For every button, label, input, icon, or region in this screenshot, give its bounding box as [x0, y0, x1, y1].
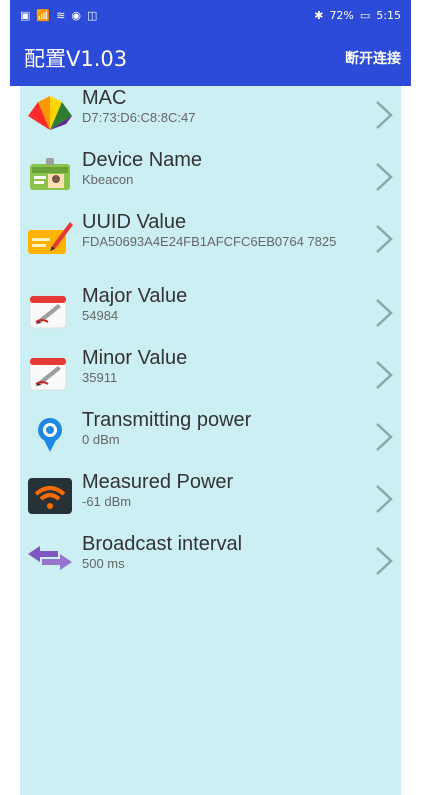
list-item-minor[interactable]: Minor Value 35911	[20, 346, 401, 408]
item-value: -61 dBm	[82, 494, 132, 509]
page-title: 配置V1.03	[24, 47, 128, 71]
location-pin-icon	[26, 414, 74, 454]
chevron-right-icon	[373, 420, 395, 454]
list-item-measured-power[interactable]: Measured Power -61 dBm	[20, 470, 401, 532]
item-label: Device Name	[82, 149, 203, 171]
item-value: D7:73:D6:C8:8C:47	[82, 110, 196, 125]
chevron-right-icon	[373, 160, 395, 194]
settings-list: MAC D7:73:D6:C8:8C:47 Device Name Kbeaco…	[20, 86, 401, 795]
color-wheel-icon	[26, 92, 74, 132]
item-label: Measured Power	[82, 471, 234, 493]
signal-icon: 📶	[36, 8, 51, 22]
status-left-icons: ▣ 📶 ≋ ◉ ◫	[20, 9, 97, 22]
item-value: 0 dBm	[82, 432, 120, 447]
chevron-right-icon	[373, 544, 395, 578]
calendar-edit-icon	[26, 290, 74, 330]
battery-text: 72%	[329, 8, 354, 22]
list-item-major[interactable]: Major Value 54984	[20, 284, 401, 346]
app-bar: 配置V1.03 断开连接	[10, 30, 411, 86]
double-arrow-icon	[26, 538, 74, 578]
item-label: Major Value	[82, 285, 188, 307]
wifi-icon	[26, 476, 74, 516]
app-screen: ▣ 📶 ≋ ◉ ◫ ✱ 72% ▭ 5:15 配置V1.03 断开连接 MAC …	[0, 0, 421, 795]
clock: 5:15	[376, 8, 401, 22]
notification-icon: ◉	[71, 8, 81, 22]
item-value: 500 ms	[82, 556, 125, 571]
disconnect-button[interactable]: 断开连接	[345, 48, 401, 68]
battery-icon: ▭	[359, 8, 371, 22]
item-value: Kbeacon	[82, 172, 134, 187]
item-value: 35911	[82, 370, 118, 385]
item-label: Broadcast interval	[82, 533, 243, 555]
id-card-icon	[26, 154, 74, 194]
app-icon: ◫	[86, 8, 98, 22]
item-label: MAC	[82, 87, 127, 109]
item-label: Transmitting power	[82, 409, 252, 431]
list-item-broadcast-interval[interactable]: Broadcast interval 500 ms	[20, 532, 401, 594]
list-item-tx-power[interactable]: Transmitting power 0 dBm	[20, 408, 401, 470]
list-item-uuid[interactable]: UUID Value FDA50693A4E24FB1AFCFC6EB0764 …	[20, 210, 401, 284]
chevron-right-icon	[373, 358, 395, 392]
item-label: UUID Value	[82, 211, 187, 233]
list-item-mac[interactable]: MAC D7:73:D6:C8:8C:47	[20, 86, 401, 148]
sim-icon: ▣	[20, 8, 31, 22]
bluetooth-icon: ✱	[314, 8, 324, 22]
status-bar: ▣ 📶 ≋ ◉ ◫ ✱ 72% ▭ 5:15	[10, 0, 411, 30]
chevron-right-icon	[373, 482, 395, 516]
status-right: ✱ 72% ▭ 5:15	[314, 9, 401, 22]
chevron-right-icon	[373, 98, 395, 132]
wifi-icon: ≋	[56, 8, 66, 22]
item-label: Minor Value	[82, 347, 188, 369]
chevron-right-icon	[373, 222, 395, 256]
list-item-device-name[interactable]: Device Name Kbeacon	[20, 148, 401, 210]
edit-card-icon	[26, 216, 74, 256]
chevron-right-icon	[373, 296, 395, 330]
item-value: 54984	[82, 308, 119, 323]
item-value: FDA50693A4E24FB1AFCFC6EB0764 7825	[82, 234, 337, 249]
calendar-edit-icon	[26, 352, 74, 392]
